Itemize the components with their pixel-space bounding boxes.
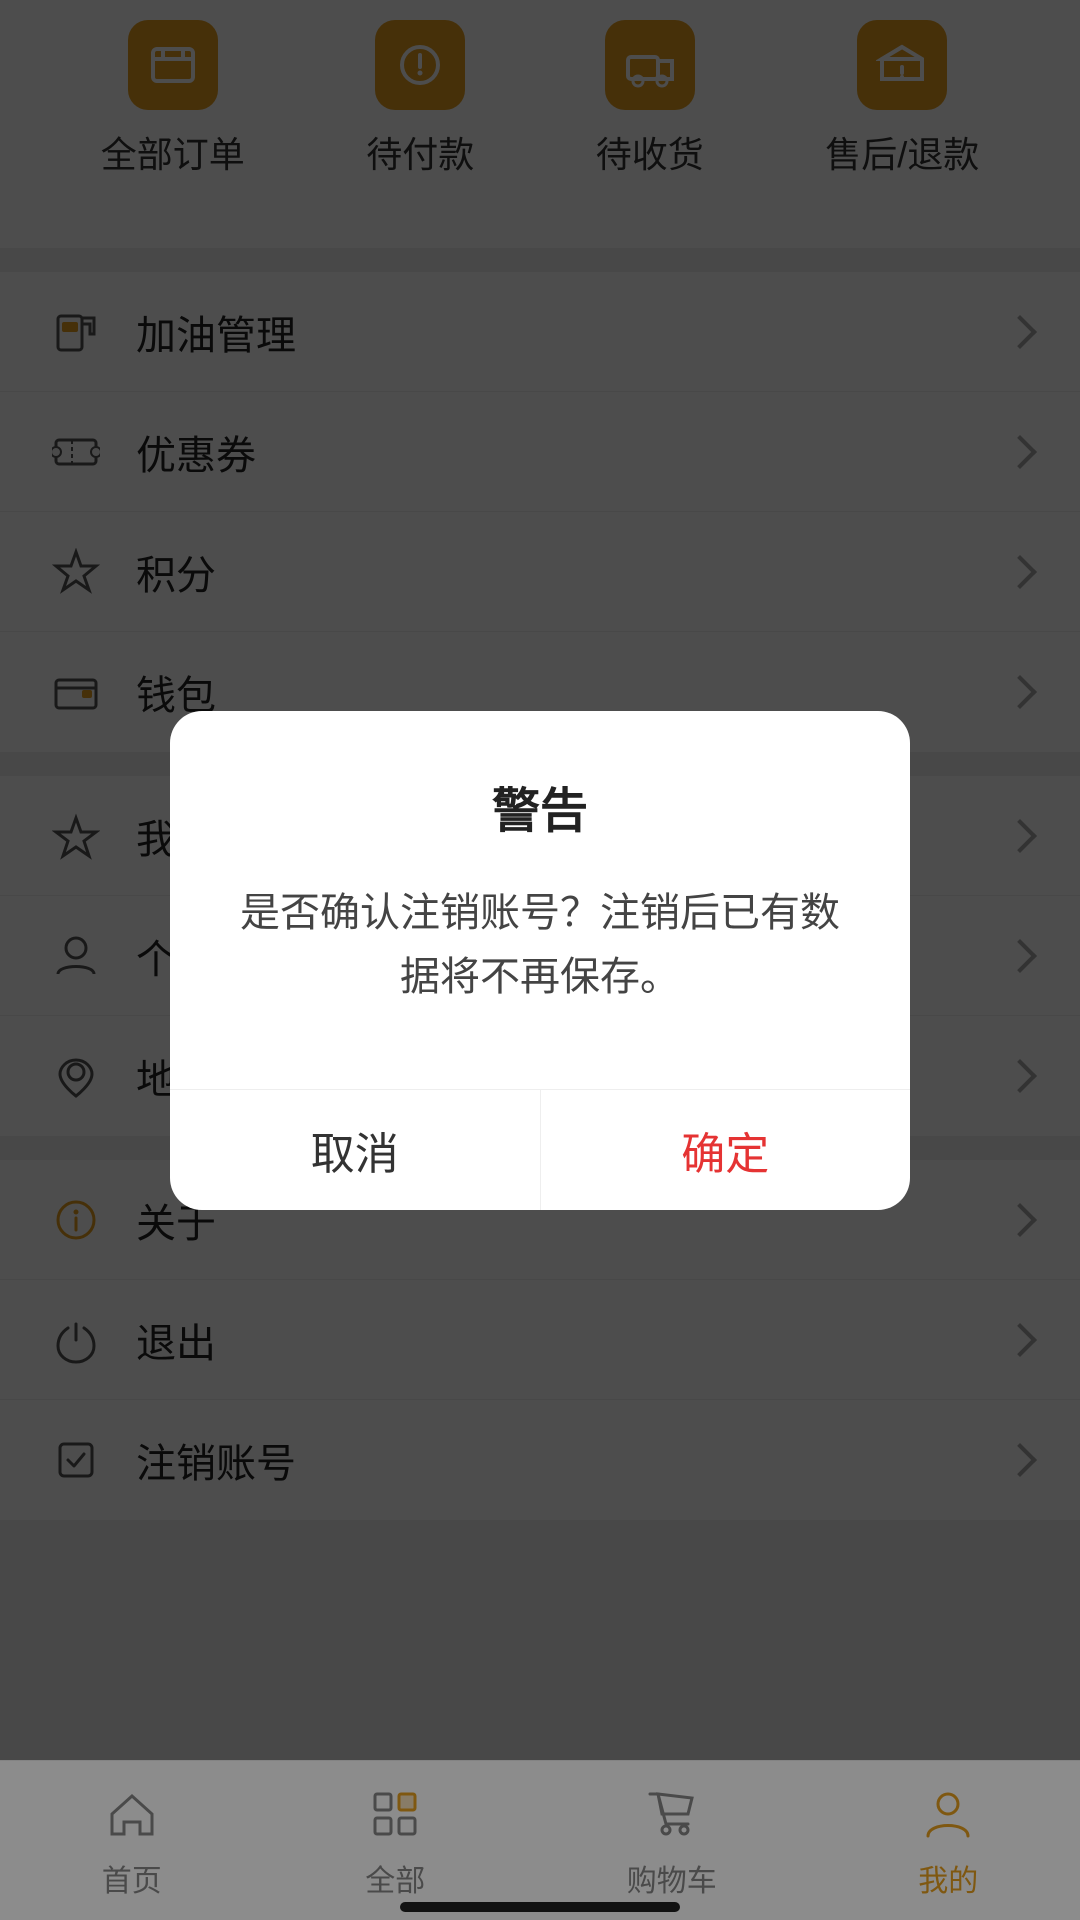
dialog-title: 警告 (230, 771, 850, 841)
dialog-message: 是否确认注销账号？注销后已有数据将不再保存。 (230, 881, 850, 1009)
dialog-body: 警告 是否确认注销账号？注销后已有数据将不再保存。 (170, 711, 910, 1049)
dialog-confirm-button[interactable]: 确定 (541, 1090, 911, 1210)
warning-dialog: 警告 是否确认注销账号？注销后已有数据将不再保存。 取消 确定 (170, 711, 910, 1210)
dialog-cancel-button[interactable]: 取消 (170, 1090, 541, 1210)
dialog-actions: 取消 确定 (170, 1089, 910, 1210)
dialog-overlay: 警告 是否确认注销账号？注销后已有数据将不再保存。 取消 确定 (0, 0, 1080, 1920)
